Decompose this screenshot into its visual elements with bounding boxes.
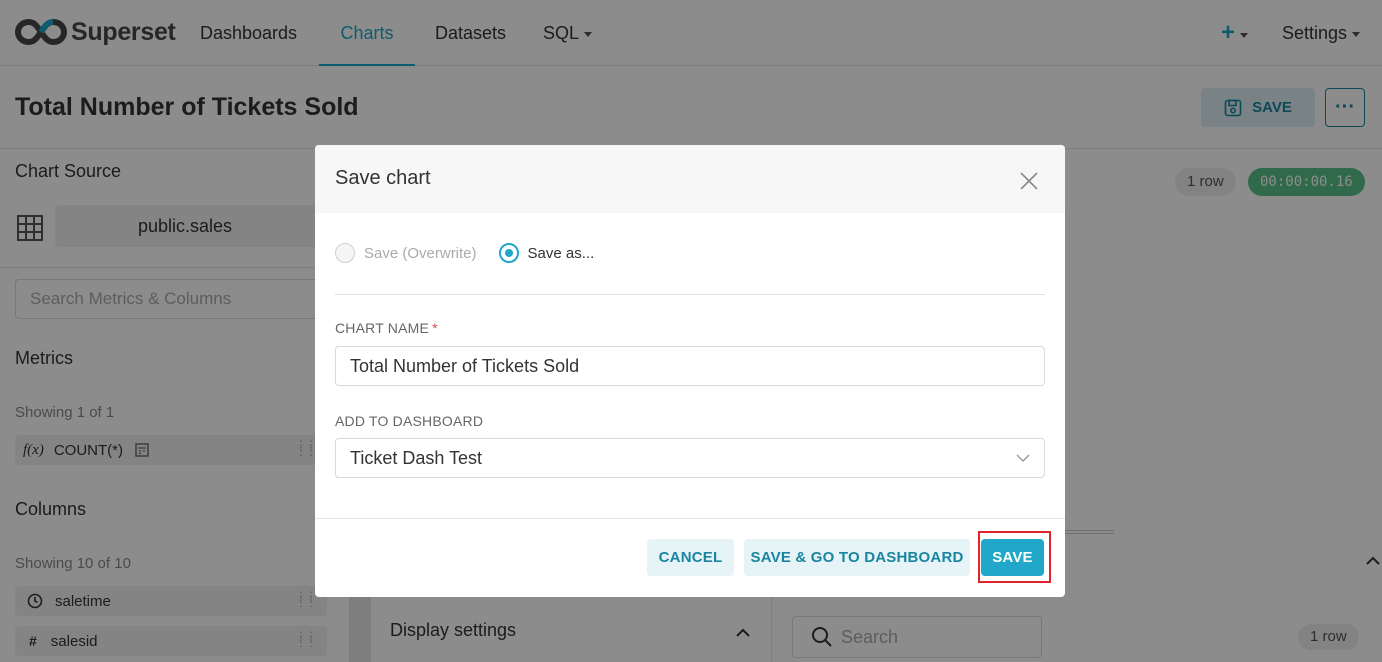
modal-title: Save chart <box>335 167 431 189</box>
radio-save-as-label[interactable]: Save as... <box>528 245 595 262</box>
required-marker: * <box>432 320 438 336</box>
modal-footer-divider <box>315 518 1065 519</box>
chart-name-input[interactable]: Total Number of Tickets Sold <box>335 346 1045 386</box>
dashboard-select-value: Ticket Dash Test <box>350 448 483 468</box>
chevron-down-icon <box>1016 454 1030 462</box>
radio-save-as[interactable] <box>498 243 519 263</box>
save-mode-radio-group: Save (Overwrite) Save as... <box>335 243 594 263</box>
dashboard-select[interactable]: Ticket Dash Test <box>335 438 1045 478</box>
add-to-dashboard-label: ADD TO DASHBOARD <box>335 413 484 429</box>
radio-overwrite-label: Save (Overwrite) <box>364 244 477 262</box>
save-button-highlight <box>978 531 1051 583</box>
chart-name-label: CHART NAME * <box>335 320 438 336</box>
divider <box>335 294 1045 295</box>
save-and-go-to-dashboard-button[interactable]: SAVE & GO TO DASHBOARD <box>744 539 970 576</box>
save-chart-modal: Save chart Save (Overwrite) Save as... C… <box>315 145 1065 597</box>
chart-name-label-text: CHART NAME <box>335 320 430 336</box>
radio-overwrite <box>335 243 355 263</box>
close-icon[interactable] <box>1019 171 1039 191</box>
cancel-button[interactable]: CANCEL <box>647 539 734 576</box>
modal-header: Save chart <box>315 145 1065 213</box>
